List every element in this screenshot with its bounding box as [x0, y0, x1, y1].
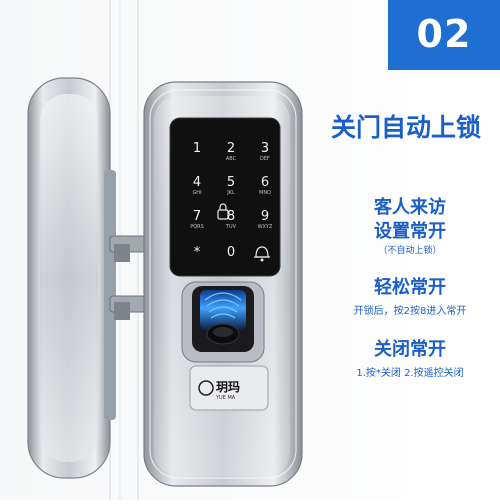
fingerprint-reader [181, 281, 265, 363]
keypad-key[interactable]: * [182, 246, 212, 260]
keypad: 1 2 ABC 3 DEF 4 GHI 5 JKL 6 MNO 7 PQRS 8 TUV 9W… [176, 124, 286, 272]
keypad-key[interactable]: 3 DEF [250, 142, 280, 163]
keypad-key[interactable]: 4 GHI [182, 176, 212, 197]
brand-block: 玥玛 YUE MA [216, 378, 240, 401]
headline: 关门自动上锁 [330, 113, 481, 142]
badge-number: 02 [416, 12, 472, 56]
keypad-key[interactable]: 1 [182, 142, 212, 156]
keypad-key[interactable]: 6 MNO [250, 176, 280, 197]
keypad-key[interactable]: 9 WXYZ [250, 210, 280, 231]
left-handle [27, 77, 116, 479]
feature-close-open: 关闭常开 1.按*关闭 2.按遥控关闭 [330, 338, 490, 382]
feature-always-open: 轻松常开 开锁后，按2按8进入常开 [330, 276, 490, 320]
feature-note: （不自动上锁） [378, 246, 442, 256]
feature-title-2: 设置常开 [374, 221, 446, 242]
step-badge: 02 [388, 0, 500, 70]
feature-visitor: 客人来访 设置常开 （不自动上锁） [330, 196, 490, 258]
keypad-key[interactable]: 7 PQRS [182, 210, 212, 231]
keypad-key[interactable]: 5 JKL [216, 176, 246, 197]
brand-name: 玥玛 [216, 380, 241, 394]
feature-desc: 1.按*关闭 2.按遥控关闭 [356, 368, 464, 379]
feature-title: 关闭常开 [374, 339, 446, 360]
keypad-key[interactable]: 0 [216, 246, 246, 260]
feature-title: 轻松常开 [374, 277, 446, 298]
keypad-key[interactable]: 2 ABC [216, 142, 246, 163]
feature-title: 客人来访 [374, 197, 446, 218]
keypad-key[interactable]: 8 TUV [216, 210, 246, 231]
brand-sub: YUE MA [216, 395, 236, 401]
feature-desc: 开锁后，按2按8进入常开 [353, 306, 467, 317]
